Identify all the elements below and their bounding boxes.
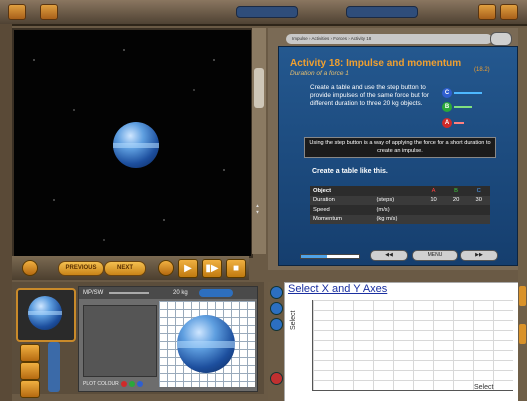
step-button[interactable]: ▮▶	[202, 259, 222, 278]
table-cell: 30	[475, 197, 482, 204]
legend-marker-a: A	[442, 118, 452, 128]
graph-tool-1[interactable]	[270, 286, 283, 299]
object-preview-area	[83, 305, 157, 377]
table-row: Momentum (kg m/s)	[310, 214, 490, 225]
graph-axes-link[interactable]: Select X and Y Axes	[288, 283, 387, 295]
table-cell	[422, 205, 445, 215]
activity-nav: ◀◀ MENU ▶▶	[300, 250, 500, 261]
divider-handle[interactable]	[254, 68, 264, 108]
graph-record-button[interactable]	[270, 372, 283, 385]
legend-line-b	[454, 106, 472, 108]
colour-swatch-green[interactable]	[129, 381, 135, 387]
toolbar-tabs[interactable]	[236, 6, 298, 18]
home-icon[interactable]	[8, 4, 26, 20]
breadcrumb[interactable]: Impulse › Activities › Forces › Activity…	[286, 34, 492, 44]
table-header-cell: C	[476, 187, 481, 194]
stop-button[interactable]: ■	[226, 259, 246, 278]
legend-line-a	[454, 122, 464, 124]
activity-title: Activity 18: Impulse and momentum	[290, 58, 462, 69]
toolbar-tools[interactable]	[346, 6, 418, 18]
table-header-cell: B	[454, 187, 459, 194]
prev-page-button[interactable]: ◀◀	[370, 250, 408, 261]
table-row: Speed (m/s)	[310, 205, 490, 215]
next-page-button[interactable]: ▶▶	[460, 250, 498, 261]
table-cell	[467, 215, 490, 225]
table-cell: Duration	[313, 197, 335, 204]
right-tab-1[interactable]	[519, 286, 526, 306]
menu-button[interactable]: MENU	[412, 250, 458, 261]
folder-icon[interactable]	[40, 4, 58, 20]
table-header-cell: A	[431, 187, 436, 194]
left-side-strip	[0, 24, 12, 401]
activity-number: (18.2)	[474, 67, 490, 73]
data-table: Object A B C Duration (steps) 10 20 30 S…	[310, 186, 490, 224]
tool-button-2[interactable]	[20, 362, 40, 380]
speed-knob[interactable]	[158, 260, 174, 276]
table-header-cell: Object	[313, 187, 332, 194]
mass-set-button[interactable]	[199, 289, 233, 297]
app-window: ▲ ▼ PREVIOUS NEXT ▶ ▮▶ ■ MP/SW 20 kg PLO…	[0, 0, 527, 401]
window-control-button[interactable]	[490, 32, 512, 46]
object-grid[interactable]	[159, 301, 255, 387]
previous-button[interactable]: PREVIOUS	[58, 261, 104, 276]
plot-colour-label: PLOT COLOUR	[83, 381, 119, 387]
legend-marker-c: C	[442, 88, 452, 98]
table-cell	[422, 215, 445, 225]
mass-panel: MP/SW 20 kg PLOT COLOUR	[78, 286, 258, 392]
play-button[interactable]: ▶	[178, 259, 198, 278]
close-icon[interactable]	[500, 4, 518, 20]
table-cell: 10	[430, 197, 437, 204]
reset-button[interactable]	[22, 260, 38, 276]
top-toolbar	[0, 0, 527, 26]
help-icon[interactable]	[478, 4, 496, 20]
y-axis-select[interactable]: Select	[290, 311, 297, 330]
table-header-row: Object A B C	[310, 186, 490, 196]
right-tab-2[interactable]	[519, 324, 526, 344]
table-cell	[445, 205, 468, 215]
legend-marker-b: B	[442, 102, 452, 112]
mass-slider[interactable]	[109, 292, 149, 294]
table-cell: Speed	[313, 206, 330, 213]
colour-swatch-blue[interactable]	[137, 381, 143, 387]
mass-panel-label: MP/SW	[83, 290, 104, 296]
table-cell: 20	[452, 197, 460, 204]
object-inspector: MP/SW 20 kg PLOT COLOUR	[12, 282, 264, 398]
mass-value: 20 kg	[173, 290, 188, 296]
object-thumbnail[interactable]	[16, 288, 76, 342]
object-sphere[interactable]	[113, 122, 159, 168]
table-heading: Create a table like this.	[312, 168, 388, 175]
activity-instructions: Create a table and use the step button t…	[310, 84, 429, 107]
divider-scrollbar[interactable]: ▲ ▼	[252, 28, 266, 254]
table-cell: Momentum	[313, 216, 342, 223]
table-header-cell	[373, 186, 422, 196]
legend-line-c	[454, 92, 482, 94]
side-tab[interactable]	[48, 342, 60, 392]
table-cell	[445, 215, 468, 225]
thumbnail-sphere	[28, 296, 62, 330]
grid-sphere	[177, 315, 235, 373]
mass-panel-header: MP/SW 20 kg	[79, 287, 257, 299]
table-cell: (m/s)	[376, 206, 390, 213]
tool-button-3[interactable]	[20, 380, 40, 398]
graph-tool-3[interactable]	[270, 318, 283, 331]
right-side-strip	[518, 28, 527, 401]
next-button[interactable]: NEXT	[104, 261, 146, 276]
divider-label: ▲ ▼	[255, 203, 260, 215]
x-axis-select[interactable]: Select	[474, 384, 493, 391]
graph-tool-2[interactable]	[270, 302, 283, 315]
colour-swatch-red[interactable]	[121, 381, 127, 387]
tool-button-1[interactable]	[20, 344, 40, 362]
graph-grid[interactable]	[312, 300, 513, 391]
activity-note: Using the step button is a way of applyi…	[304, 137, 496, 158]
table-row: Duration (steps) 10 20 30	[310, 195, 490, 205]
table-cell: (steps)	[376, 197, 395, 204]
table-cell	[467, 205, 490, 215]
simulation-controls: PREVIOUS NEXT ▶ ▮▶ ■	[12, 256, 249, 280]
activity-subtitle: Duration of a force 1	[290, 70, 349, 77]
simulation-viewport[interactable]	[12, 28, 253, 258]
table-cell: (kg m/s)	[376, 216, 398, 223]
